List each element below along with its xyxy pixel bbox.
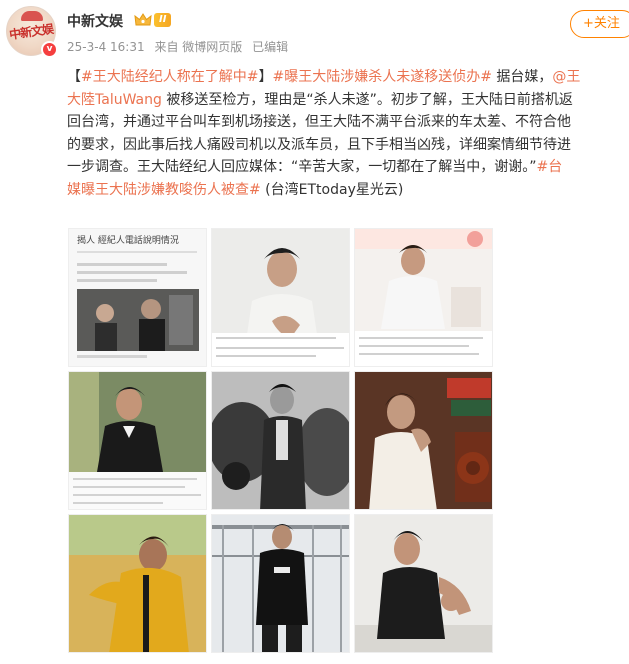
level-badge[interactable]: II: [154, 13, 172, 27]
crown-icon[interactable]: [134, 12, 152, 28]
post-text-line: 【#王大陆经纪人称在了解中#】#曝王大陆涉嫌杀人未遂移送侦办# 据台媒，@王: [67, 66, 629, 89]
tuxedo-image: [69, 372, 206, 509]
post-text-segment: 回台湾，并通过平台叫车到机场接送，但王大陆不满平台派来的车太差、不符合他: [67, 114, 571, 131]
avatar-hat-shape: [21, 11, 43, 21]
post-text-segment: 据台媒，: [491, 69, 553, 85]
image-thumb-5[interactable]: [211, 371, 350, 510]
image-thumb-9[interactable]: [354, 514, 493, 653]
author-name[interactable]: 中新文娱: [67, 11, 123, 31]
image-thumb-1[interactable]: 揭人 經紀人電話說明情況: [68, 228, 207, 367]
avatar-logo-text: 中新文娱: [8, 22, 54, 42]
post-text-segment: 【: [67, 69, 81, 85]
image-thumb-3[interactable]: [354, 228, 493, 367]
follow-button[interactable]: +关注: [570, 10, 629, 38]
image-thumb-2[interactable]: [211, 228, 350, 367]
post-meta: 25-3-4 16:31 来自 微博网页版 已编辑: [67, 38, 294, 55]
hashtag-link[interactable]: 媒曝王大陆涉嫌教唆伤人被查#: [67, 182, 261, 198]
post-text-line: 大陸TaluWang 被移送至检方，理由是“杀人未遂”。初步了解，王大陆日前搭机…: [67, 89, 629, 112]
post-time[interactable]: 25-3-4 16:31: [67, 40, 145, 54]
post-text-segment: 被移送至检方，理由是“杀人未遂”。初步了解，王大陆日前搭机返: [161, 91, 573, 108]
image-thumb-4[interactable]: [68, 371, 207, 510]
portrait-white-shirt-image: [212, 229, 349, 366]
black-jacket-image: [212, 515, 349, 652]
verified-v-icon: v: [41, 41, 58, 58]
post-text-segment: 一步调查。王大陆经纪人回应媒体：“辛苦大家，一切都在了解当中，谢谢。”: [67, 159, 537, 176]
image-thumb-7[interactable]: [68, 514, 207, 653]
bw-car-image: [212, 372, 349, 509]
post-edited[interactable]: 已编辑: [252, 40, 288, 54]
post-text-line: 回台湾，并通过平台叫车到机场接送，但王大陆不满平台派来的车太差、不符合他: [67, 111, 629, 134]
news-headline: 揭人 經紀人電話說明情況: [77, 234, 179, 246]
news-screenshot-image: 揭人 經紀人電話說明情況: [69, 229, 206, 366]
hashtag-link[interactable]: #曝王大陆涉嫌杀人未遂移送侦办#: [272, 69, 491, 85]
post-source: 来自 微博网页版: [154, 40, 243, 54]
hashtag-link[interactable]: #台: [537, 159, 563, 175]
post-text-segment: 】: [258, 69, 273, 85]
post-text-line: 媒曝王大陆涉嫌教唆伤人被查# (台湾ETtoday星光云): [67, 179, 629, 202]
image-thumb-6[interactable]: [354, 371, 493, 510]
image-thumb-8[interactable]: [211, 514, 350, 653]
yellow-jacket-image: [69, 515, 206, 652]
tshirt-image: [355, 515, 492, 652]
post-text-line: 一步调查。王大陆经纪人回应媒体：“辛苦大家，一切都在了解当中，谢谢。”#台: [67, 156, 629, 179]
mention-link[interactable]: 大陸TaluWang: [67, 92, 162, 108]
mention-link[interactable]: @王: [552, 69, 580, 85]
press-event-image: [355, 229, 492, 366]
post-text-segment: 的要求，因此事后找人痛殴司机以及派车员，且下手相当凶残，详细案情细节待进: [67, 136, 571, 153]
vintage-phone-image: [355, 372, 492, 509]
post-text-segment: (台湾ETtoday星光云): [260, 181, 404, 198]
post-text: 【#王大陆经纪人称在了解中#】#曝王大陆涉嫌杀人未遂移送侦办# 据台媒，@王 大陸…: [67, 66, 629, 202]
hashtag-link[interactable]: #王大陆经纪人称在了解中#: [81, 69, 258, 85]
post-text-line: 的要求，因此事后找人痛殴司机以及派车员，且下手相当凶残，详细案情细节待进: [67, 134, 629, 157]
